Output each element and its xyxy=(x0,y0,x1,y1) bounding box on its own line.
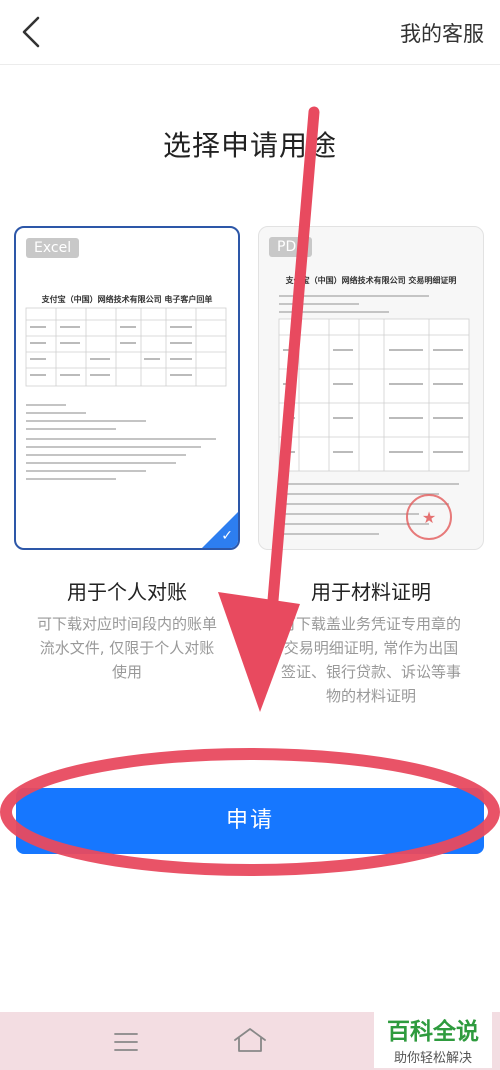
customer-service-link[interactable]: 我的客服 xyxy=(400,18,484,48)
svg-text:★: ★ xyxy=(422,508,436,527)
top-bar: 我的客服 xyxy=(0,0,500,65)
excel-preview-table xyxy=(25,307,227,480)
pdf-preview-title: 支付宝（中国）网络技术有限公司 交易明细证明 xyxy=(285,276,457,285)
pdf-preview-document: ★ xyxy=(278,295,470,540)
back-button[interactable] xyxy=(16,14,50,50)
watermark-logo: 百科全说 助你轻松解决 xyxy=(374,1010,492,1068)
chevron-left-icon xyxy=(22,16,40,48)
home-icon[interactable] xyxy=(232,1026,268,1054)
menu-icon[interactable] xyxy=(112,1030,140,1054)
apply-button[interactable]: 申请 xyxy=(16,788,484,854)
option-desc-personal: 可下载对应时间段内的账单 流水文件, 仅限于个人对账 使用 xyxy=(36,615,217,681)
page-title: 选择申请用途 xyxy=(162,129,337,162)
watermark-subtitle: 助你轻松解决 xyxy=(393,1051,472,1066)
option-card-personal[interactable]: Excel 支付宝（中国）网络技术有限公司 电子客户回单 ✓ xyxy=(14,226,240,550)
option-desc-proof: 可下载盖业务凭证专用章的 交易明细证明, 常作为出国 签证、银行贷款、诉讼等事 … xyxy=(280,615,461,705)
checkmark-icon: ✓ xyxy=(221,528,233,544)
excel-badge: Excel xyxy=(26,238,80,258)
watermark-title: 百科全说 xyxy=(387,1019,479,1045)
pdf-badge: PDF xyxy=(269,237,313,257)
option-title-personal: 用于个人对账 xyxy=(67,580,187,604)
option-title-proof: 用于材料证明 xyxy=(311,580,431,604)
option-card-proof[interactable]: PDF 支付宝（中国）网络技术有限公司 交易明细证明 ★ xyxy=(258,226,484,550)
